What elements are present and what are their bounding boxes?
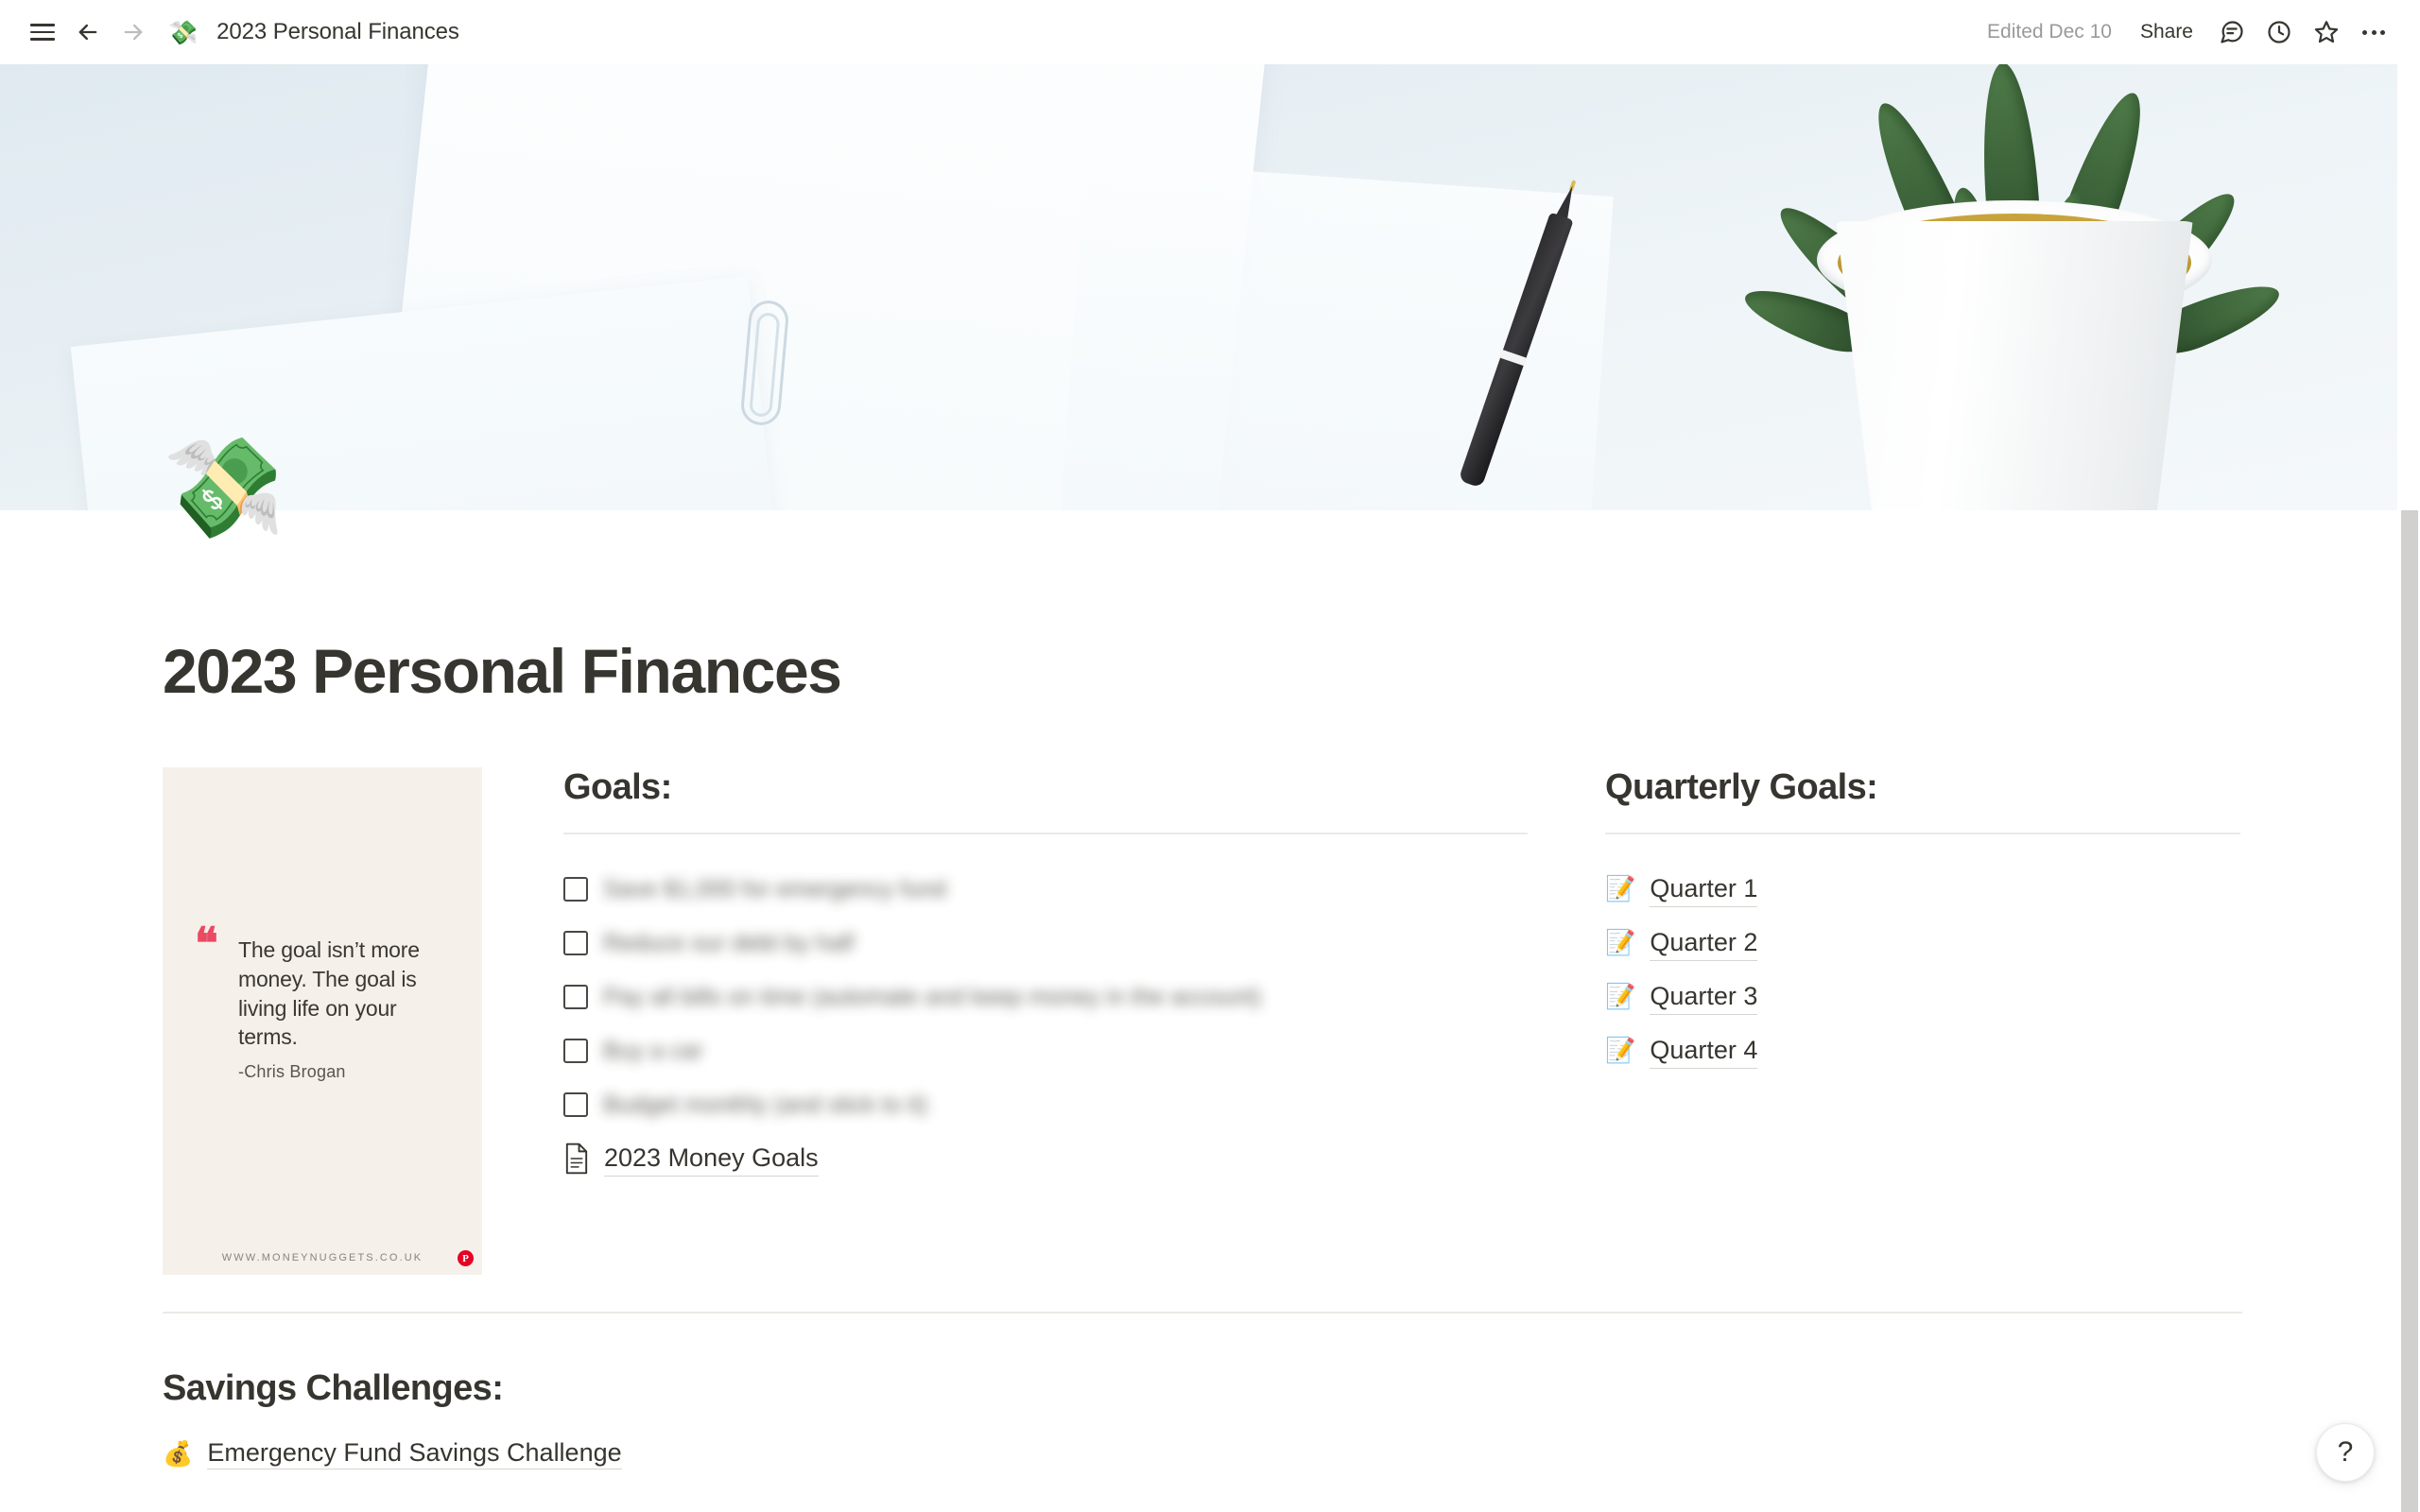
breadcrumb-page-emoji[interactable]: 💸 bbox=[168, 21, 198, 44]
quote-text: The goal isn’t more money. The goal is l… bbox=[238, 937, 420, 1050]
more-options-button[interactable] bbox=[2352, 10, 2395, 54]
page-icon-emoji[interactable]: 💸 bbox=[163, 438, 285, 537]
todo-label: Budget monthly (and stick to it) bbox=[603, 1091, 928, 1118]
succulent-plant-illustration bbox=[1737, 64, 2287, 510]
arrow-right-icon bbox=[124, 24, 143, 41]
page-link-label: Quarter 3 bbox=[1650, 979, 1758, 1016]
checkbox[interactable] bbox=[563, 1039, 588, 1063]
forward-button[interactable] bbox=[112, 10, 155, 54]
todo-item[interactable]: Reduce our debt by half bbox=[563, 917, 1528, 971]
cover-image[interactable] bbox=[0, 64, 2397, 510]
todo-item[interactable]: Budget monthly (and stick to it) bbox=[563, 1078, 1528, 1132]
page-link-label: Quarter 2 bbox=[1650, 925, 1758, 962]
quote-author: -Chris Brogan bbox=[238, 1062, 346, 1081]
quarterly-heading-rule bbox=[1605, 833, 2240, 834]
three-column-block: ❝ The goal isn’t more money. The goal is… bbox=[163, 767, 2242, 1275]
quote-source-url: WWW.MONEYNUGGETS.CO.UK bbox=[221, 1252, 424, 1263]
page-link-quarter-4[interactable]: 📝 Quarter 4 bbox=[1605, 1024, 2240, 1078]
quote-mark-icon: ❝ bbox=[195, 919, 218, 968]
goals-heading-rule bbox=[563, 833, 1528, 834]
memo-icon: 📝 bbox=[1605, 875, 1636, 903]
todo-item[interactable]: Save $1,000 for emergency fund bbox=[563, 863, 1528, 917]
todo-label: Pay all bills on time (automate and keep… bbox=[603, 983, 1262, 1010]
scrollbar-thumb[interactable] bbox=[2401, 510, 2418, 1512]
page-link-label: 2023 Money Goals bbox=[604, 1141, 819, 1177]
savings-challenges-heading: Savings Challenges: bbox=[163, 1368, 504, 1408]
back-button[interactable] bbox=[66, 10, 110, 54]
checkbox[interactable] bbox=[563, 877, 588, 902]
page-link-label: Quarter 4 bbox=[1650, 1033, 1758, 1070]
comment-icon bbox=[2221, 21, 2243, 43]
share-button[interactable]: Share bbox=[2127, 14, 2206, 50]
todo-label: Save $1,000 for emergency fund bbox=[603, 875, 946, 902]
todo-label: Buy a car bbox=[603, 1037, 703, 1064]
page-link-money-goals[interactable]: 2023 Money Goals bbox=[563, 1132, 1528, 1186]
more-options-icon bbox=[2362, 29, 2385, 35]
favorite-button[interactable] bbox=[2305, 10, 2348, 54]
quote-column: ❝ The goal isn’t more money. The goal is… bbox=[163, 767, 482, 1275]
todo-item[interactable]: Buy a car bbox=[563, 1024, 1528, 1078]
page-title[interactable]: 2023 Personal Finances bbox=[163, 637, 842, 706]
sidebar-toggle-button[interactable] bbox=[21, 10, 64, 54]
goals-column: Goals: Save $1,000 for emergency fund Re… bbox=[563, 767, 1528, 1186]
memo-icon: 📝 bbox=[1605, 983, 1636, 1011]
page-content: 💸 2023 Personal Finances ❝ The goal isn’… bbox=[0, 438, 2397, 1512]
page-link-label: Emergency Fund Savings Challenge bbox=[207, 1438, 622, 1469]
todo-item[interactable]: Pay all bills on time (automate and keep… bbox=[563, 971, 1528, 1024]
page-link-quarter-3[interactable]: 📝 Quarter 3 bbox=[1605, 971, 2240, 1024]
pinterest-icon: P bbox=[458, 1250, 474, 1266]
quarterly-goals-heading: Quarterly Goals: bbox=[1605, 767, 1878, 807]
todo-label: Reduce our debt by half bbox=[603, 929, 855, 956]
top-bar: 💸 2023 Personal Finances Edited Dec 10 S… bbox=[0, 0, 2420, 64]
breadcrumb-title[interactable]: 2023 Personal Finances bbox=[209, 14, 467, 50]
memo-icon: 📝 bbox=[1605, 929, 1636, 957]
last-edited-label[interactable]: Edited Dec 10 bbox=[1976, 15, 2123, 49]
page-link-quarter-1[interactable]: 📝 Quarter 1 bbox=[1605, 863, 2240, 917]
section-divider bbox=[163, 1312, 2242, 1314]
page-document-icon bbox=[565, 1143, 588, 1175]
goals-heading: Goals: bbox=[563, 767, 672, 807]
memo-icon: 📝 bbox=[1605, 1037, 1636, 1065]
money-bag-icon: 💰 bbox=[163, 1439, 194, 1469]
page-link-label: Quarter 1 bbox=[1650, 871, 1758, 908]
page-link-emergency-fund-challenge[interactable]: 💰 Emergency Fund Savings Challenge bbox=[163, 1438, 622, 1469]
star-icon bbox=[2314, 21, 2339, 43]
arrow-left-icon bbox=[78, 24, 97, 41]
page-history-button[interactable] bbox=[2257, 10, 2301, 54]
help-button[interactable]: ? bbox=[2316, 1423, 2375, 1482]
clock-history-icon bbox=[2268, 21, 2290, 43]
page-link-quarter-2[interactable]: 📝 Quarter 2 bbox=[1605, 917, 2240, 971]
checkbox[interactable] bbox=[563, 931, 588, 955]
checkbox[interactable] bbox=[563, 985, 588, 1009]
hamburger-icon bbox=[30, 24, 55, 41]
checkbox[interactable] bbox=[563, 1092, 588, 1117]
comments-button[interactable] bbox=[2210, 10, 2254, 54]
quarterly-goals-column: Quarterly Goals: 📝 Quarter 1 📝 Quarter 2… bbox=[1605, 767, 2240, 1078]
quote-image-card[interactable]: ❝ The goal isn’t more money. The goal is… bbox=[163, 767, 482, 1275]
top-bar-left: 💸 2023 Personal Finances bbox=[0, 10, 467, 54]
top-bar-right: Edited Dec 10 Share bbox=[1976, 10, 2420, 54]
